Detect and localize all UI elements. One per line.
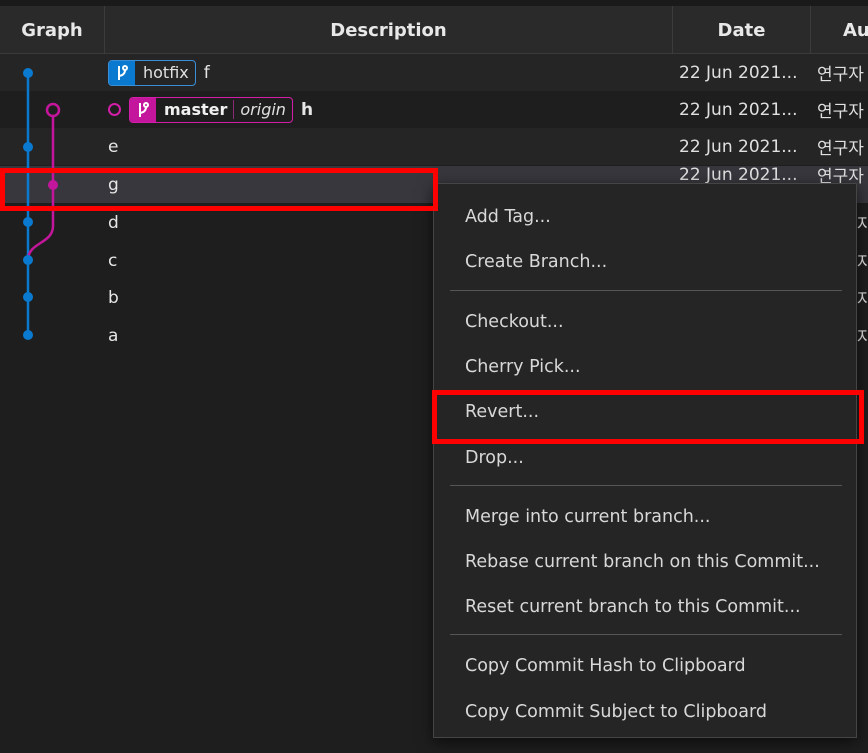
branch-ref-hotfix[interactable]: hotfix: [108, 59, 196, 86]
column-header: Graph Description Date Au: [0, 0, 868, 54]
menu-separator: [450, 485, 842, 486]
description-cell: g: [108, 166, 119, 203]
branch-name: master: [164, 100, 228, 119]
branch-name: hotfix: [143, 63, 189, 82]
commit-author: 연구자: [817, 65, 864, 85]
commit-graph: [23, 68, 61, 340]
commit-subject: h: [300, 99, 314, 120]
menu-separator: [450, 290, 842, 291]
commit-row-f[interactable]: hotfix f 22 Jun 2021... 연구자: [0, 54, 868, 91]
commit-date: 22 Jun 2021...: [679, 99, 798, 120]
commit-subject: c: [108, 250, 118, 271]
commit-dot-a[interactable]: [23, 330, 33, 340]
menu-item-merge[interactable]: Merge into current branch...: [434, 497, 856, 537]
menu-item-rebase[interactable]: Rebase current branch on this Commit...: [434, 542, 856, 582]
column-date[interactable]: Date: [673, 6, 811, 54]
column-author[interactable]: Au: [811, 6, 868, 54]
menu-item-create-branch[interactable]: Create Branch...: [434, 242, 856, 282]
menu-item-add-tag[interactable]: Add Tag...: [434, 197, 856, 237]
commit-dot-e[interactable]: [23, 142, 33, 152]
branch-icon: [130, 97, 156, 122]
commit-author: 자: [857, 253, 868, 273]
description-cell: a: [108, 317, 118, 354]
description-cell: c: [108, 242, 117, 279]
commit-subject: f: [203, 62, 210, 83]
menu-item-cherry-pick[interactable]: Cherry Pick...: [434, 347, 856, 387]
branch-icon: [109, 60, 135, 85]
remote-name: origin: [233, 100, 292, 119]
head-indicator-icon: [108, 103, 121, 116]
commit-subject: e: [108, 136, 119, 157]
menu-item-copy-subject[interactable]: Copy Commit Subject to Clipboard: [434, 692, 856, 732]
description-cell: e: [108, 128, 118, 165]
commit-author: 자: [857, 215, 868, 235]
commit-date: 22 Jun 2021...: [679, 62, 798, 83]
git-graph-view: Graph Description Date Au hotfix f 22 Ju…: [0, 0, 868, 753]
commit-subject: d: [108, 212, 119, 233]
description-cell: d: [108, 204, 119, 241]
commit-subject: a: [108, 325, 119, 346]
description-cell: b: [108, 279, 119, 316]
menu-item-reset[interactable]: Reset current branch to this Commit...: [434, 587, 856, 627]
menu-item-copy-hash[interactable]: Copy Commit Hash to Clipboard: [434, 646, 856, 686]
commit-dot-d[interactable]: [23, 217, 33, 227]
commit-row-h[interactable]: master origin h 22 Jun 2021... 연구자: [0, 91, 868, 128]
menu-item-checkout[interactable]: Checkout...: [434, 302, 856, 342]
column-description[interactable]: Description: [105, 6, 673, 54]
commit-subject: b: [108, 287, 119, 308]
commit-dot-g[interactable]: [48, 180, 58, 190]
branch-ref-master[interactable]: master origin: [129, 96, 293, 123]
commit-dot-c[interactable]: [23, 255, 33, 265]
commit-dot-h[interactable]: [45, 102, 61, 118]
commit-author: 자: [857, 328, 868, 348]
commit-dot-b[interactable]: [23, 292, 33, 302]
column-graph[interactable]: Graph: [0, 6, 105, 54]
description-cell: master origin h: [108, 91, 313, 128]
menu-item-drop[interactable]: Drop...: [434, 438, 856, 478]
commit-subject: g: [108, 174, 119, 195]
commit-dot-f[interactable]: [23, 68, 33, 78]
commit-context-menu: Add Tag... Create Branch... Checkout... …: [433, 183, 857, 738]
menu-separator: [450, 634, 842, 635]
commit-author: 연구자: [817, 102, 864, 122]
commit-author: 자: [857, 290, 868, 310]
menu-item-revert[interactable]: Revert...: [434, 392, 856, 432]
description-cell: hotfix f: [108, 54, 210, 91]
branch-line-magenta: [26, 117, 55, 261]
